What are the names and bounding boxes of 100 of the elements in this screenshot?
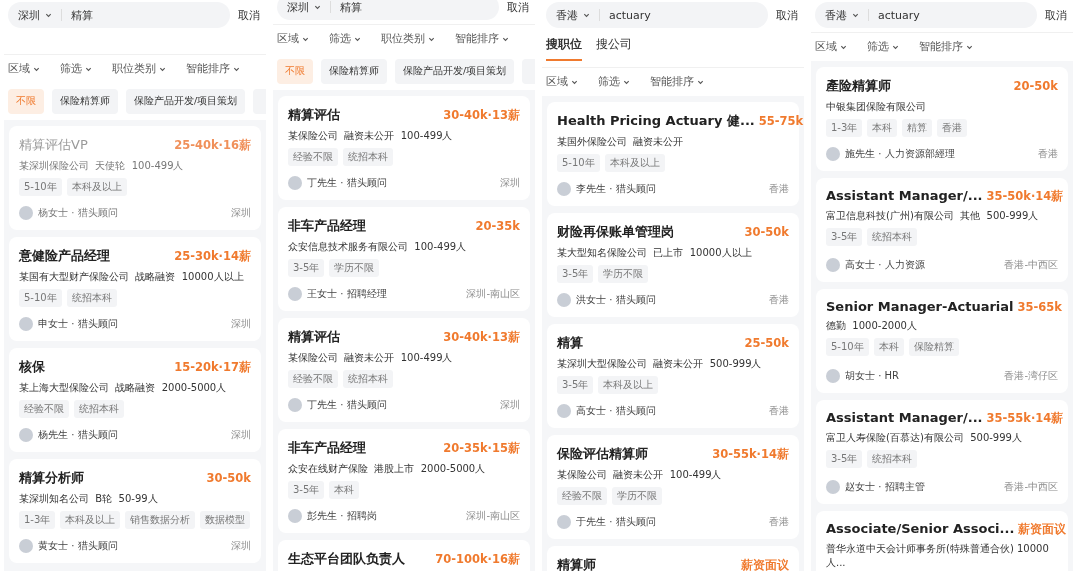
search-field[interactable]: 香港 actuary xyxy=(815,2,1037,28)
job-title: 精算评估 xyxy=(288,106,340,124)
job-title: Senior Manager-Actuarial xyxy=(826,299,1014,314)
job-card[interactable]: 精算评估VP 25-40k·16薪 某深圳保险公司 天使轮 100-499人 5-10年 本科及以上 杨女士 · 猎头顾问 深圳 xyxy=(9,126,261,230)
tag: 本科及以上 xyxy=(604,154,665,172)
salary: 15-20k·17薪 xyxy=(174,360,251,375)
job-card[interactable]: Associate/Senior Associ... 薪资面议 普华永道中天会计师事务所(特殊普通合伙) 10000人... xyxy=(816,511,1068,571)
cancel-button[interactable]: 取消 xyxy=(776,7,798,23)
recruiter-name: 王女士 · 招聘经理 xyxy=(307,287,387,301)
filter-dropdown[interactable]: 智能排序 xyxy=(919,40,973,54)
category-chip[interactable]: 保险精算师 xyxy=(321,59,387,84)
cancel-button[interactable]: 取消 xyxy=(507,0,529,15)
job-card[interactable]: 财险再保账单管理岗 30-50k 某大型知名保险公司 已上市 10000人以上 3-5年 学历不限 洪女士 · 猎头顾问 香港 xyxy=(547,213,799,317)
salary: 25-30k·14薪 xyxy=(174,249,251,264)
recruiter-name: 丁先生 · 猎头顾问 xyxy=(307,176,387,190)
filter-dropdown[interactable]: 智能排序 xyxy=(186,62,240,76)
salary: 25-40k·16薪 xyxy=(174,138,251,153)
chevron-down-icon xyxy=(159,65,166,73)
chevron-down-icon xyxy=(502,35,509,43)
filter-dropdown[interactable]: 筛选 xyxy=(598,75,630,89)
job-title: 精算评估VP xyxy=(19,136,88,154)
salary: 薪资面议 xyxy=(1018,522,1067,537)
salary: 70-100k·16薪 xyxy=(435,552,520,567)
tag: 统招本科 xyxy=(867,450,918,468)
filter-dropdown[interactable]: 筛选 xyxy=(867,40,899,54)
filter-dropdown[interactable]: 区域 xyxy=(277,32,309,46)
cancel-button[interactable]: 取消 xyxy=(1045,7,1067,23)
job-card[interactable]: 精算师 薪资面议 xyxy=(547,546,799,571)
filter-dropdown[interactable]: 区域 xyxy=(815,40,847,54)
job-card[interactable]: 意健险产品经理 25-30k·14薪 某国有大型财产保险公司 战略融资 10000人以上 5-10年 统招本科 申女士 · 猎头顾问 深圳 xyxy=(9,237,261,341)
chevron-down-icon xyxy=(623,78,630,86)
tag: 统招本科 xyxy=(343,370,393,388)
search-field[interactable]: 深圳 精算 xyxy=(8,2,230,28)
filter-dropdown[interactable]: 职位类别 xyxy=(381,32,435,46)
job-card[interactable]: Assistant Manager/... 35-55k·14薪 富卫人寿保险(百慕达)有限公司 500-999人 3-5年 统招本科 赵女士 · 招聘主管 香港-中西区 xyxy=(816,400,1068,504)
job-title: 意健险产品经理 xyxy=(19,247,110,265)
tag: 保险精算 xyxy=(908,338,959,356)
recruiter-name: 洪女士 · 猎头顾问 xyxy=(576,293,656,307)
recruiter-name: 于先生 · 猎头顾问 xyxy=(576,515,656,529)
company-info: 德勤 1000-2000人 xyxy=(826,319,918,333)
tag: 3-5年 xyxy=(826,450,863,468)
job-card[interactable]: 非车产品经理 20-35k 众安信息技术服务有限公司 100-499人 3-5年 学历不限 王女士 · 招聘经理 深圳-南山区 xyxy=(278,207,530,311)
job-title: 產险精算师 xyxy=(826,77,891,95)
city-selector[interactable]: 深圳 xyxy=(18,7,40,23)
avatar xyxy=(288,287,302,301)
company-info: 某保险公司 融资未公开 100-499人 xyxy=(557,468,723,482)
job-title: 保险评估精算师 xyxy=(557,445,648,463)
recruiter-name: 黄女士 · 猎头顾问 xyxy=(38,539,118,553)
filter-dropdown[interactable]: 区域 xyxy=(8,62,40,76)
company-info: 某深圳保险公司 天使轮 100-499人 xyxy=(19,159,185,173)
city-selector[interactable]: 香港 xyxy=(825,7,847,23)
tag: 5-10年 xyxy=(19,289,62,307)
job-card[interactable]: 精算评估 30-40k·13薪 某保险公司 融资未公开 100-499人 经验不限 统招本科 丁先生 · 猎头顾问 深圳 xyxy=(278,96,530,200)
filter-dropdown[interactable]: 区域 xyxy=(546,75,578,89)
job-card[interactable]: 精算 25-50k 某深圳大型保险公司 融资未公开 500-999人 3-5年 本科及以上 高女士 · 猎头顾问 香港 xyxy=(547,324,799,428)
salary: 30-40k·13薪 xyxy=(443,330,520,345)
salary: 30-55k·14薪 xyxy=(712,447,789,462)
job-card[interactable]: 精算评估 30-40k·13薪 某保险公司 融资未公开 100-499人 经验不限 统招本科 丁先生 · 猎头顾问 深圳 xyxy=(278,318,530,422)
job-card[interactable]: 核保 15-20k·17薪 某上海大型保险公司 战略融资 2000-5000人 经验不限 统招本科 杨先生 · 猎头顾问 深圳 xyxy=(9,348,261,452)
job-location: 香港 xyxy=(769,182,789,196)
company-info: 某深圳大型保险公司 融资未公开 500-999人 xyxy=(557,357,763,371)
job-card[interactable]: Senior Manager-Actuarial 35-65k 德勤 1000-2000人 5-10年 本科 保险精算 胡女士 · HR 香港-湾仔区 xyxy=(816,289,1068,393)
job-card[interactable]: 保险评估精算师 30-55k·14薪 某保险公司 融资未公开 100-499人 经验不限 学历不限 于先生 · 猎头顾问 香港 xyxy=(547,435,799,539)
avatar xyxy=(288,509,302,523)
tag: 经验不限 xyxy=(19,400,69,418)
job-card[interactable]: 非车产品经理 20-35k·15薪 众安在线财产保险 港股上市 2000-5000人 3-5年 本科 彭先生 · 招聘岗 深圳-南山区 xyxy=(278,429,530,533)
avatar xyxy=(19,428,33,442)
avatar xyxy=(19,206,33,220)
filter-dropdown[interactable]: 智能排序 xyxy=(455,32,509,46)
city-selector[interactable]: 深圳 xyxy=(287,0,309,15)
category-chip[interactable]: 保险产品开发/项目策划 xyxy=(395,59,515,84)
salary: 薪资面议 xyxy=(741,558,789,571)
job-location: 深圳 xyxy=(500,398,520,412)
job-location: 深圳-南山区 xyxy=(466,287,520,301)
job-location: 香港 xyxy=(769,293,789,307)
filter-dropdown[interactable]: 筛选 xyxy=(329,32,361,46)
search-field[interactable]: 香港 actuary xyxy=(546,2,768,28)
category-chip[interactable]: 保险产品开发/项目策划 xyxy=(126,89,246,114)
job-card[interactable]: 生态平台团队负责人 70-100k·16薪 xyxy=(278,540,530,571)
recruiter-name: 胡女士 · HR xyxy=(845,369,899,383)
cancel-button[interactable]: 取消 xyxy=(238,7,260,23)
job-card[interactable]: 產险精算师 20-50k 中银集团保险有限公司 1-3年 本科 精算 香港 施先生 · 人力资源部經理 香港 xyxy=(816,67,1068,171)
avatar xyxy=(826,480,840,494)
job-location: 香港-中西区 xyxy=(1004,480,1058,494)
search-query: 精算 xyxy=(71,7,93,23)
job-card[interactable]: 精算分析师 30-50k 某深圳知名公司 B轮 50-99人 1-3年 本科及以上 销售数据分析 数据模型 黄女士 · 猎头顾问 深圳 xyxy=(9,459,261,563)
tag: 本科 xyxy=(329,481,360,499)
city-selector[interactable]: 香港 xyxy=(556,7,578,23)
job-location: 香港 xyxy=(769,404,789,418)
job-card[interactable]: Assistant Manager/... 35-50k·14薪 富卫信息科技(广州)有限公司 其他 500-999人 3-5年 统招本科 高女士 · 人力资源 香港-中西区 xyxy=(816,178,1068,282)
tag: 香港 xyxy=(937,119,968,137)
category-chip[interactable]: 保险精算师 xyxy=(52,89,118,114)
search-field[interactable]: 深圳 精算 xyxy=(277,0,499,20)
company-info: 众安在线财产保险 港股上市 2000-5000人 xyxy=(288,462,487,476)
tab[interactable]: 搜职位 xyxy=(546,36,582,61)
tab[interactable]: 搜公司 xyxy=(596,36,632,61)
filter-dropdown[interactable]: 职位类别 xyxy=(112,62,166,76)
filter-dropdown[interactable]: 智能排序 xyxy=(650,75,704,89)
filter-dropdown[interactable]: 筛选 xyxy=(60,62,92,76)
avatar xyxy=(288,398,302,412)
